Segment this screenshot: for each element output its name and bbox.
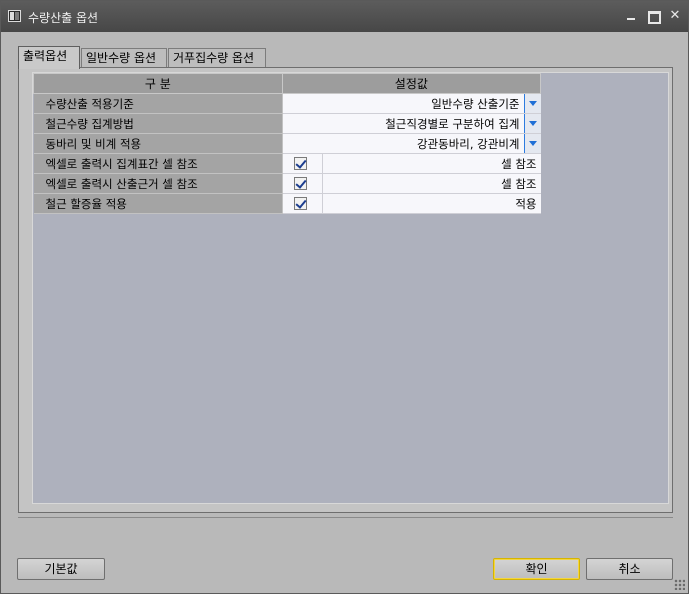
table-row: 엑셀로 출력시 집계표간 셀 참조 셀 참조 (33, 153, 541, 174)
column-header-setting-value: 설정값 (281, 73, 542, 94)
dialog-window: 수량산출 옵션 ✕ 출력옵션 일반수량 옵션 거푸집수량 옵션 구 분 설정값 … (0, 0, 689, 594)
tab-output-options[interactable]: 출력옵션 (18, 46, 80, 69)
chevron-down-icon[interactable] (523, 134, 541, 153)
options-table: 구 분 설정값 수량산출 적용기준 일반수량 산출기준 철근수량 집계방법 철근… (33, 73, 542, 214)
calculation-basis-cell-reference-checkbox[interactable] (293, 177, 307, 190)
checkbox-value-text: 적용 (515, 197, 537, 211)
close-button[interactable]: ✕ (665, 7, 685, 25)
column-header-category: 구 분 (33, 73, 283, 94)
row-label: 엑셀로 출력시 집계표간 셀 참조 (33, 153, 283, 174)
divider (18, 517, 673, 518)
rebar-surcharge-checkbox[interactable] (293, 197, 307, 210)
checkbox-value-text: 셀 참조 (501, 177, 537, 191)
minimize-button[interactable] (621, 7, 641, 25)
summary-cell-reference-checkbox[interactable] (293, 157, 307, 170)
cancel-button[interactable]: 취소 (586, 558, 673, 580)
row-label: 수량산출 적용기준 (33, 93, 283, 114)
chevron-down-icon[interactable] (523, 94, 541, 113)
select-value: 철근직경별로 구분하여 집계 (385, 117, 520, 131)
row-label: 엑셀로 출력시 산출근거 셀 참조 (33, 173, 283, 194)
maximize-button[interactable] (643, 7, 663, 25)
app-window-icon (8, 10, 21, 22)
chevron-down-icon[interactable] (523, 114, 541, 133)
tab-panel-output-options: 구 분 설정값 수량산출 적용기준 일반수량 산출기준 철근수량 집계방법 철근… (18, 67, 673, 513)
select-value: 일반수량 산출기준 (431, 97, 520, 111)
row-label: 철근수량 집계방법 (33, 113, 283, 134)
quantity-basis-select[interactable]: 일반수량 산출기준 (282, 93, 541, 114)
default-values-button[interactable]: 기본값 (17, 558, 105, 580)
table-row: 철근수량 집계방법 철근직경별로 구분하여 집계 (33, 113, 541, 134)
ok-button[interactable]: 확인 (493, 558, 580, 580)
row-label: 동바리 및 비계 적용 (33, 133, 283, 154)
shoring-scaffold-select[interactable]: 강관동바리, 강관비계 (282, 133, 541, 154)
options-grid: 구 분 설정값 수량산출 적용기준 일반수량 산출기준 철근수량 집계방법 철근… (32, 72, 669, 504)
table-row: 철근 할증율 적용 적용 (33, 193, 541, 214)
resize-grip-icon[interactable] (674, 579, 685, 590)
select-value: 강관동바리, 강관비계 (416, 137, 520, 151)
window-title: 수량산출 옵션 (28, 11, 99, 25)
tab-formwork-quantity-options[interactable]: 거푸집수량 옵션 (168, 48, 266, 68)
checkbox-value-text: 셀 참조 (501, 157, 537, 171)
rebar-aggregation-select[interactable]: 철근직경별로 구분하여 집계 (282, 113, 541, 134)
table-row: 동바리 및 비계 적용 강관동바리, 강관비계 (33, 133, 541, 154)
tab-general-quantity-options[interactable]: 일반수량 옵션 (81, 48, 167, 68)
table-row: 엑셀로 출력시 산출근거 셀 참조 셀 참조 (33, 173, 541, 194)
table-row: 수량산출 적용기준 일반수량 산출기준 (33, 93, 541, 114)
title-bar[interactable]: 수량산출 옵션 ✕ (1, 1, 688, 32)
row-label: 철근 할증율 적용 (33, 193, 283, 214)
